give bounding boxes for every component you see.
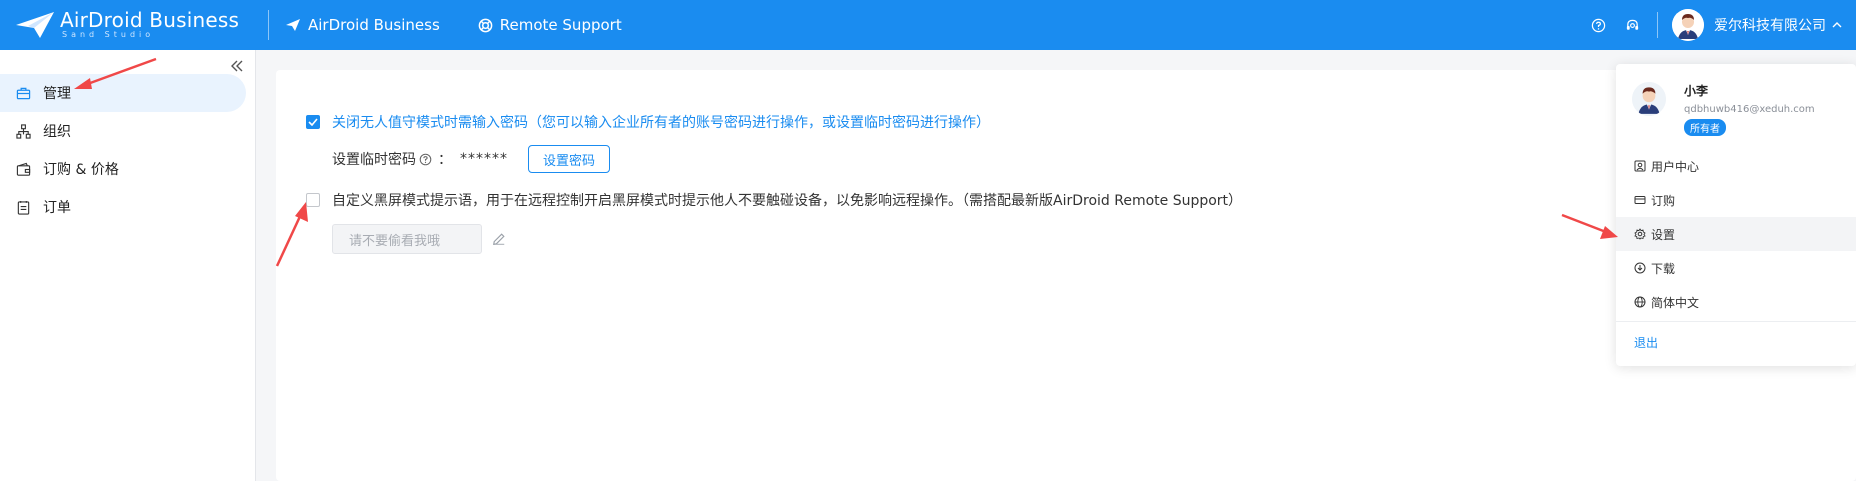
download-icon — [1634, 262, 1646, 274]
logo-plane-icon — [16, 12, 54, 38]
account-header: 小李 qdbhuwb416@xeduh.com 所有者 — [1632, 82, 1815, 136]
lifebuoy-icon — [478, 18, 493, 32]
account-name: 小李 — [1684, 84, 1709, 98]
menu-item-label: 用户中心 — [1651, 159, 1700, 174]
top-separator — [1657, 12, 1658, 38]
logo-title: AirDroid Business — [60, 8, 240, 32]
briefcase-icon — [16, 87, 31, 99]
menu-item-user-center[interactable]: 用户中心 — [1616, 149, 1856, 183]
unattended-password-option: 关闭无人值守模式时需输入密码（您可以输入企业所有者的账号密码进行操作，或设置临时… — [306, 112, 990, 132]
black-screen-message-row: 请不要偷看我哦 — [332, 224, 506, 254]
temp-password-colon: ： — [438, 152, 452, 168]
black-screen-message-input: 请不要偷看我哦 — [332, 224, 482, 254]
menu-item-settings[interactable]: 设置 — [1616, 217, 1856, 251]
menu-item-download[interactable]: 下载 — [1616, 251, 1856, 285]
sidebar-item-label: 订购 & 价格 — [43, 162, 119, 178]
check-icon — [308, 118, 318, 126]
collapse-sidebar-icon[interactable] — [229, 58, 245, 74]
menu-item-label: 下载 — [1651, 261, 1676, 276]
sidebar-item-label: 订单 — [43, 200, 71, 216]
avatar — [1632, 82, 1666, 116]
order-list-icon — [17, 200, 30, 215]
remote-support-link[interactable]: Remote Support — [478, 16, 622, 34]
logo-subtitle: Sand Studio — [62, 30, 155, 39]
account-email: qdbhuwb416@xeduh.com — [1684, 104, 1815, 115]
airdroid-business-link[interactable]: AirDroid Business — [285, 16, 440, 34]
paper-plane-icon — [286, 19, 300, 31]
temp-password-row: 设置临时密码 ： ****** 设置密码 — [332, 145, 611, 173]
logo[interactable]: AirDroid Business Sand Studio — [14, 10, 254, 40]
menu-item-language[interactable]: 简体中文 — [1616, 285, 1856, 319]
role-badge: 所有者 — [1684, 119, 1726, 136]
org-tree-icon — [16, 123, 31, 139]
headset-icon[interactable] — [1623, 16, 1641, 34]
annotation-arrow-checkbox — [275, 202, 308, 267]
unattended-password-checkbox[interactable] — [306, 115, 320, 129]
sidebar-item-label: 管理 — [43, 86, 71, 102]
black-screen-option: 自定义黑屏模式提示语，用于在远程控制开启黑屏模式时提示他人不要触碰设备，以免影响… — [306, 190, 1242, 210]
top-bar: AirDroid Business Sand Studio AirDroid B… — [0, 0, 1856, 50]
account-menu: 用户中心 订购 设置 下载 简体中文 — [1616, 149, 1856, 319]
menu-divider — [1616, 321, 1856, 322]
avatar[interactable] — [1672, 9, 1704, 41]
sidebar-item-label: 组织 — [43, 124, 71, 140]
company-name[interactable]: 爱尔科技有限公司 — [1714, 15, 1826, 35]
gear-icon — [1634, 228, 1646, 240]
card-icon — [1634, 196, 1646, 204]
help-circle-icon[interactable] — [419, 153, 432, 166]
user-card-icon — [1634, 160, 1646, 172]
help-circle-icon[interactable] — [1589, 16, 1607, 34]
top-divider — [268, 10, 269, 40]
chevron-up-icon[interactable] — [1832, 21, 1842, 29]
black-screen-text: 自定义黑屏模式提示语，用于在远程控制开启黑屏模式时提示他人不要触碰设备，以免影响… — [332, 193, 1243, 209]
airdroid-business-label: AirDroid Business — [308, 16, 440, 34]
account-dropdown: 小李 qdbhuwb416@xeduh.com 所有者 用户中心 订购 设置 下… — [1616, 64, 1856, 366]
unattended-password-text: 关闭无人值守模式时需输入密码（您可以输入企业所有者的账号密码进行操作，或设置临时… — [332, 115, 990, 131]
sidebar-nav: 管理 组织 订购 & 价格 订单 — [0, 74, 246, 226]
remote-support-label: Remote Support — [499, 16, 622, 34]
pencil-icon[interactable] — [492, 232, 506, 246]
annotation-arrow-manage — [74, 57, 157, 89]
temp-password-value: ****** — [460, 151, 508, 167]
sidebar-item-orders[interactable]: 订单 — [0, 188, 246, 226]
sidebar: 管理 组织 订购 & 价格 订单 — [0, 50, 256, 481]
menu-item-label: 订购 — [1651, 193, 1676, 208]
globe-icon — [1634, 296, 1646, 308]
set-password-button[interactable]: 设置密码 — [528, 145, 611, 173]
annotation-arrow-settings — [1561, 213, 1618, 239]
logout-link[interactable]: 退出 — [1634, 334, 1658, 351]
sidebar-item-purchase-pricing[interactable]: 订购 & 价格 — [0, 150, 246, 188]
menu-item-label: 简体中文 — [1651, 295, 1700, 310]
wallet-icon — [16, 162, 31, 176]
menu-item-subscription[interactable]: 订购 — [1616, 183, 1856, 217]
menu-item-label: 设置 — [1651, 227, 1676, 242]
sidebar-item-organization[interactable]: 组织 — [0, 112, 246, 150]
temp-password-label: 设置临时密码 — [332, 152, 416, 168]
